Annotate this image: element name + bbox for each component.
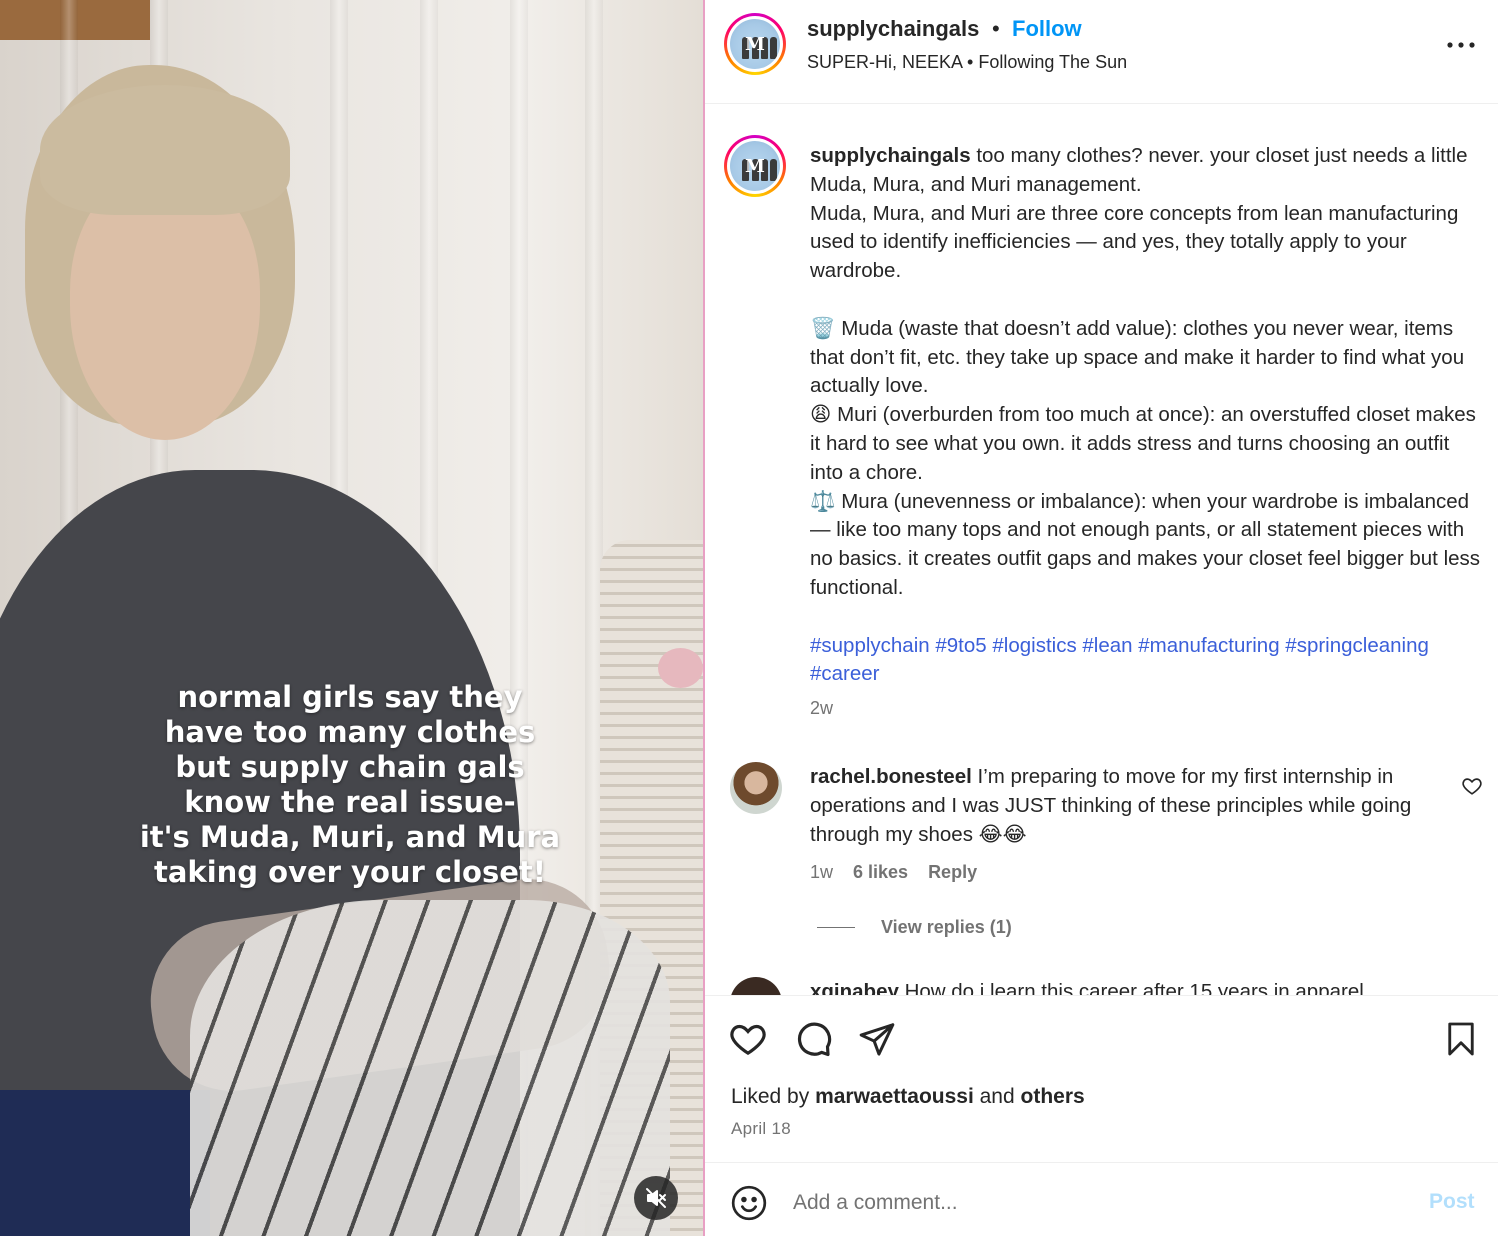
commenter-avatar[interactable]	[730, 762, 782, 814]
liked-by-others[interactable]: others	[1021, 1085, 1085, 1108]
save-button[interactable]	[1440, 1018, 1482, 1060]
liked-by-user[interactable]: marwaettaoussi	[815, 1085, 974, 1108]
comment-button[interactable]	[792, 1018, 834, 1060]
caption-username[interactable]: supplychaingals	[810, 144, 971, 167]
striped-towel	[190, 900, 670, 1236]
post-caption: supplychaingals too many clothes? never.…	[810, 142, 1485, 689]
caption-paragraph: Muda, Mura, and Muri are three core conc…	[810, 201, 1459, 283]
emoji-button[interactable]	[730, 1184, 768, 1222]
caption-muri: 😩 Muri (overburden from too much at once…	[810, 403, 1476, 484]
more-options-button[interactable]	[1443, 30, 1479, 60]
post-comment-button[interactable]: Post	[1429, 1190, 1475, 1214]
hashtag-link[interactable]: #9to5	[935, 634, 986, 657]
commenter-avatar[interactable]	[730, 977, 782, 995]
share-button[interactable]	[856, 1018, 898, 1060]
video-caption-overlay: normal girls say they have too many clot…	[100, 680, 600, 890]
speaker-muted-icon	[646, 1188, 666, 1208]
comment-body: How do i learn this career after 15 year…	[898, 980, 1364, 995]
post-actions: Liked by marwaettaoussi and others April…	[705, 995, 1498, 1163]
overlay-line: taking over your closet!	[154, 855, 546, 889]
reply-button[interactable]: Reply	[928, 862, 977, 883]
commenter-username[interactable]: rachel.bonesteel	[810, 765, 972, 788]
hashtag-link[interactable]: #career	[810, 662, 880, 685]
audio-track[interactable]: SUPER-Hi, NEEKA • Following The Sun	[807, 52, 1127, 73]
overlay-line: know the real issue-	[184, 785, 516, 819]
comment-meta: 1w 6 likes Reply	[810, 862, 977, 883]
overlay-line: but supply chain gals	[175, 750, 525, 784]
comment-like-icon[interactable]	[1461, 775, 1483, 797]
hashtag-link[interactable]: #supplychain	[810, 634, 930, 657]
hashtags: #supplychain #9to5 #logistics #lean #man…	[810, 632, 1485, 690]
comments-scroll-area[interactable]: M supplychaingals too many clothes? neve…	[705, 105, 1498, 995]
comment-text: xginabey How do i learn this career afte…	[810, 978, 1480, 995]
bookmark-icon	[1448, 1022, 1474, 1056]
send-icon	[859, 1023, 895, 1056]
commenter-username[interactable]: xginabey	[810, 980, 899, 995]
view-replies-button[interactable]: View replies (1)	[817, 917, 1012, 938]
post-panel: M supplychaingals • Follow SUPER-Hi, NEE…	[705, 0, 1498, 1236]
comment-icon	[797, 1022, 832, 1057]
caption-muda: 🗑️ Muda (waste that doesn’t add value): …	[810, 316, 1465, 398]
post-date[interactable]: April 18	[731, 1119, 791, 1139]
follow-button[interactable]: Follow	[1012, 16, 1082, 42]
caption-mura: ⚖️ Mura (unevenness or imbalance): when …	[810, 489, 1481, 599]
comment-text: rachel.bonesteel I’m preparing to move f…	[810, 763, 1420, 849]
hashtag-link[interactable]: #logistics	[992, 634, 1076, 657]
mute-button[interactable]	[634, 1176, 678, 1220]
hashtag-link[interactable]: #lean	[1082, 634, 1132, 657]
more-horizontal-icon	[1447, 42, 1475, 48]
profile-username[interactable]: supplychaingals	[807, 16, 979, 42]
profile-avatar[interactable]: M	[724, 13, 786, 75]
caption-timestamp[interactable]: 2w	[810, 698, 833, 719]
like-button[interactable]	[727, 1018, 769, 1060]
overlay-line: have too many clothes	[164, 715, 536, 749]
caption-avatar[interactable]: M	[724, 135, 786, 197]
comment-likes[interactable]: 6 likes	[853, 862, 908, 883]
heart-icon	[730, 1024, 766, 1056]
liked-by-text: Liked by marwaettaoussi and others	[731, 1085, 1085, 1108]
reel-video[interactable]: normal girls say they have too many clot…	[0, 0, 703, 1236]
add-comment-bar: Post	[705, 1163, 1498, 1236]
comment-time[interactable]: 1w	[810, 862, 833, 883]
overlay-line: it's Muda, Muri, and Mura	[139, 820, 561, 854]
hashtag-link[interactable]: #manufacturing	[1138, 634, 1279, 657]
post-header: M supplychaingals • Follow SUPER-Hi, NEE…	[705, 0, 1498, 104]
overlay-line: normal girls say they	[177, 680, 523, 714]
comment-input[interactable]	[793, 1185, 1393, 1221]
hashtag-link[interactable]: #springcleaning	[1285, 634, 1429, 657]
view-replies-label: View replies (1)	[881, 917, 1012, 937]
emoji-smiley-icon	[731, 1185, 767, 1221]
separator-dot: •	[992, 16, 1000, 41]
